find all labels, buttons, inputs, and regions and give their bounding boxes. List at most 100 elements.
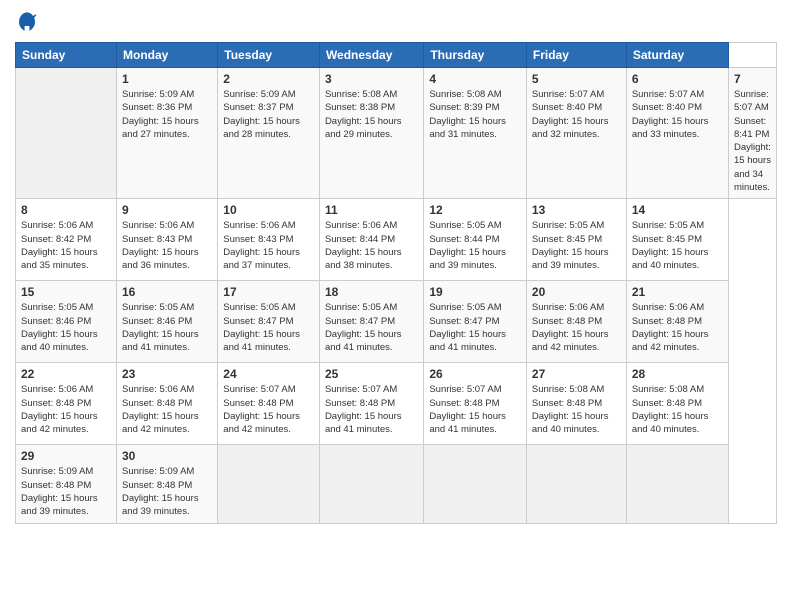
day-number: 29 [21, 449, 111, 463]
day-number: 18 [325, 285, 418, 299]
logo [15, 10, 43, 34]
week-row-3: 15 Sunrise: 5:05 AMSunset: 8:46 PMDayligh… [16, 281, 777, 363]
day-cell: 15 Sunrise: 5:05 AMSunset: 8:46 PMDayligh… [16, 281, 117, 363]
day-number: 24 [223, 367, 314, 381]
day-cell: 6 Sunrise: 5:07 AMSunset: 8:40 PMDaylight… [626, 68, 728, 199]
day-cell: 10Sunrise: 5:06 AMSunset: 8:43 PMDayligh… [218, 199, 320, 281]
day-info: Sunrise: 5:07 AMSunset: 8:40 PMDaylight:… [632, 88, 723, 141]
day-number: 5 [532, 72, 621, 86]
day-cell: 3Sunrise: 5:08 AMSunset: 8:38 PMDaylight… [319, 68, 423, 199]
day-info: Sunrise: 5:06 AMSunset: 8:48 PMDaylight:… [21, 383, 111, 436]
weekday-header-friday: Friday [526, 43, 626, 68]
day-info: Sunrise: 5:05 AMSunset: 8:44 PMDaylight:… [429, 219, 521, 272]
day-cell: 11 Sunrise: 5:06 AMSunset: 8:44 PMDayligh… [319, 199, 423, 281]
day-info: Sunrise: 5:05 AMSunset: 8:46 PMDaylight:… [122, 301, 212, 354]
day-number: 11 [325, 203, 418, 217]
day-info: Sunrise: 5:05 AMSunset: 8:47 PMDaylight:… [223, 301, 314, 354]
day-number: 6 [632, 72, 723, 86]
day-number: 16 [122, 285, 212, 299]
day-cell: 12 Sunrise: 5:05 AMSunset: 8:44 PMDayligh… [424, 199, 527, 281]
day-cell: 16 Sunrise: 5:05 AMSunset: 8:46 PMDayligh… [117, 281, 218, 363]
day-cell: 4Sunrise: 5:08 AMSunset: 8:39 PMDaylight… [424, 68, 527, 199]
day-info: Sunrise: 5:06 AMSunset: 8:42 PMDaylight:… [21, 219, 111, 272]
day-info: Sunrise: 5:05 AMSunset: 8:47 PMDaylight:… [429, 301, 521, 354]
header [15, 10, 777, 34]
day-number: 25 [325, 367, 418, 381]
day-info: Sunrise: 5:07 AMSunset: 8:41 PMDaylight:… [734, 88, 771, 194]
day-info: Sunrise: 5:06 AMSunset: 8:48 PMDaylight:… [122, 383, 212, 436]
day-cell: 26 Sunrise: 5:07 AMSunset: 8:48 PMDayligh… [424, 363, 527, 445]
day-number: 21 [632, 285, 723, 299]
day-cell: 2Sunrise: 5:09 AMSunset: 8:37 PMDaylight… [218, 68, 320, 199]
day-cell: 27Sunrise: 5:08 AMSunset: 8:48 PMDayligh… [526, 363, 626, 445]
day-cell: 23 Sunrise: 5:06 AMSunset: 8:48 PMDayligh… [117, 363, 218, 445]
day-info: Sunrise: 5:06 AMSunset: 8:48 PMDaylight:… [632, 301, 723, 354]
week-row-1: 1Sunrise: 5:09 AMSunset: 8:36 PMDaylight… [16, 68, 777, 199]
day-info: Sunrise: 5:09 AMSunset: 8:37 PMDaylight:… [223, 88, 314, 141]
day-cell [424, 445, 527, 523]
day-cell [626, 445, 728, 523]
day-number: 20 [532, 285, 621, 299]
day-info: Sunrise: 5:06 AMSunset: 8:48 PMDaylight:… [532, 301, 621, 354]
day-number: 7 [734, 72, 771, 86]
weekday-header-thursday: Thursday [424, 43, 527, 68]
day-cell: 29 Sunrise: 5:09 AMSunset: 8:48 PMDayligh… [16, 445, 117, 523]
day-info: Sunrise: 5:05 AMSunset: 8:45 PMDaylight:… [532, 219, 621, 272]
day-number: 15 [21, 285, 111, 299]
day-number: 12 [429, 203, 521, 217]
day-cell: 19 Sunrise: 5:05 AMSunset: 8:47 PMDayligh… [424, 281, 527, 363]
week-row-2: 8 Sunrise: 5:06 AMSunset: 8:42 PMDaylight… [16, 199, 777, 281]
day-number: 8 [21, 203, 111, 217]
page: SundayMondayTuesdayWednesdayThursdayFrid… [0, 0, 792, 612]
day-info: Sunrise: 5:05 AMSunset: 8:47 PMDaylight:… [325, 301, 418, 354]
day-number: 17 [223, 285, 314, 299]
weekday-header-wednesday: Wednesday [319, 43, 423, 68]
day-number: 9 [122, 203, 212, 217]
day-number: 14 [632, 203, 723, 217]
weekday-header-tuesday: Tuesday [218, 43, 320, 68]
day-cell: 1Sunrise: 5:09 AMSunset: 8:36 PMDaylight… [117, 68, 218, 199]
day-info: Sunrise: 5:09 AMSunset: 8:48 PMDaylight:… [21, 465, 111, 518]
day-number: 28 [632, 367, 723, 381]
weekday-header-monday: Monday [117, 43, 218, 68]
day-cell: 7 Sunrise: 5:07 AMSunset: 8:41 PMDaylight… [728, 68, 776, 199]
day-cell [526, 445, 626, 523]
day-cell: 28 Sunrise: 5:08 AMSunset: 8:48 PMDayligh… [626, 363, 728, 445]
day-info: Sunrise: 5:08 AMSunset: 8:38 PMDaylight:… [325, 88, 418, 141]
weekday-header-sunday: Sunday [16, 43, 117, 68]
day-cell: 20 Sunrise: 5:06 AMSunset: 8:48 PMDayligh… [526, 281, 626, 363]
week-row-4: 22 Sunrise: 5:06 AMSunset: 8:48 PMDayligh… [16, 363, 777, 445]
weekday-header-saturday: Saturday [626, 43, 728, 68]
day-cell: 21 Sunrise: 5:06 AMSunset: 8:48 PMDayligh… [626, 281, 728, 363]
day-cell: 13 Sunrise: 5:05 AMSunset: 8:45 PMDayligh… [526, 199, 626, 281]
day-info: Sunrise: 5:06 AMSunset: 8:43 PMDaylight:… [223, 219, 314, 272]
day-info: Sunrise: 5:07 AMSunset: 8:48 PMDaylight:… [429, 383, 521, 436]
day-cell: 17 Sunrise: 5:05 AMSunset: 8:47 PMDayligh… [218, 281, 320, 363]
day-cell: 18 Sunrise: 5:05 AMSunset: 8:47 PMDayligh… [319, 281, 423, 363]
day-number: 26 [429, 367, 521, 381]
generalblue-logo-icon [15, 10, 39, 34]
day-number: 23 [122, 367, 212, 381]
day-cell: 22 Sunrise: 5:06 AMSunset: 8:48 PMDayligh… [16, 363, 117, 445]
day-info: Sunrise: 5:07 AMSunset: 8:40 PMDaylight:… [532, 88, 621, 141]
day-number: 22 [21, 367, 111, 381]
day-info: Sunrise: 5:07 AMSunset: 8:48 PMDaylight:… [223, 383, 314, 436]
day-cell: 8 Sunrise: 5:06 AMSunset: 8:42 PMDaylight… [16, 199, 117, 281]
day-cell: 9 Sunrise: 5:06 AMSunset: 8:43 PMDaylight… [117, 199, 218, 281]
day-info: Sunrise: 5:06 AMSunset: 8:44 PMDaylight:… [325, 219, 418, 272]
day-info: Sunrise: 5:08 AMSunset: 8:48 PMDaylight:… [632, 383, 723, 436]
day-number: 19 [429, 285, 521, 299]
day-number: 1 [122, 72, 212, 86]
day-number: 13 [532, 203, 621, 217]
day-info: Sunrise: 5:09 AMSunset: 8:48 PMDaylight:… [122, 465, 212, 518]
day-info: Sunrise: 5:06 AMSunset: 8:43 PMDaylight:… [122, 219, 212, 272]
weekday-header-row: SundayMondayTuesdayWednesdayThursdayFrid… [16, 43, 777, 68]
day-cell: 30 Sunrise: 5:09 AMSunset: 8:48 PMDayligh… [117, 445, 218, 523]
day-info: Sunrise: 5:08 AMSunset: 8:48 PMDaylight:… [532, 383, 621, 436]
day-number: 30 [122, 449, 212, 463]
day-info: Sunrise: 5:05 AMSunset: 8:46 PMDaylight:… [21, 301, 111, 354]
day-info: Sunrise: 5:08 AMSunset: 8:39 PMDaylight:… [429, 88, 521, 141]
empty-cell [16, 68, 117, 199]
day-cell: 5 Sunrise: 5:07 AMSunset: 8:40 PMDaylight… [526, 68, 626, 199]
day-cell: 24 Sunrise: 5:07 AMSunset: 8:48 PMDayligh… [218, 363, 320, 445]
